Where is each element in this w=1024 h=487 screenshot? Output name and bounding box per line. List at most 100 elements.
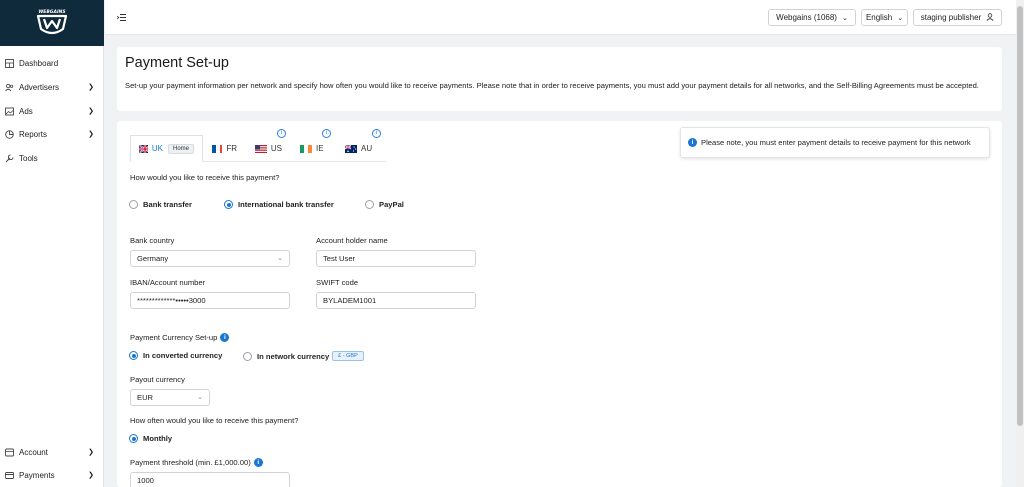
wrench-icon [5,154,14,163]
us-flag-icon [255,144,267,153]
sidebar-item-label: Advertisers [19,82,60,92]
sidebar-item-label: Payments [19,470,55,480]
radio-international-bank-transfer[interactable]: International bank transfer [224,200,334,209]
payout-currency-select[interactable]: EUR ⌄ [130,389,210,406]
tab-us[interactable]: US i [246,129,291,162]
bank-country-value: Germany [137,254,169,263]
currency-setup-label: Payment Currency Set-up i [130,333,230,342]
info-icon[interactable]: i [372,129,381,138]
tab-au[interactable]: AU i [336,129,386,162]
page-scrollbar-thumb[interactable] [1017,6,1023,426]
user-icon [986,12,994,23]
tab-uk[interactable]: UK Home [130,135,203,162]
tab-label: IE [316,144,324,153]
sidebar-item-dashboard[interactable]: Dashboard [0,54,104,72]
uk-flag-icon [139,144,148,153]
radio-label: PayPal [379,200,404,209]
webgains-logo[interactable]: WEBGAINS [0,0,104,46]
chevron-down-icon: ⌄ [841,14,848,22]
home-badge: Home [167,143,194,154]
chevron-down-icon: ❯ [88,108,94,115]
page-title: Payment Set-up [125,55,229,71]
page-description: Set-up your payment information per netw… [125,81,979,90]
payment-method-question: How would you like to receive this payme… [130,173,280,182]
top-bar: Webgains (1068) ⌄ English ⌄ staging publ… [105,0,1016,35]
tab-label: UK [151,144,163,153]
currency-badge: £ - GBP [332,351,364,361]
tab-label: US [270,144,282,153]
swift-label: SWIFT code [316,278,359,287]
info-icon[interactable]: i [220,333,230,342]
info-icon[interactable]: i [253,458,263,467]
users-icon [5,83,14,92]
sidebar-item-ads[interactable]: Ads ❯ [0,102,104,120]
sidebar-item-tools[interactable]: Tools [0,149,104,167]
radio-converted-currency[interactable]: In converted currency [129,351,222,360]
sidebar-item-label: Reports [19,129,48,139]
account-holder-input[interactable]: Test User [316,250,476,267]
radio-label: Bank transfer [143,200,192,209]
ie-flag-icon [300,144,312,153]
threshold-label: Payment threshold (min. £1,000.00) i [130,458,263,467]
sidebar-item-label: Account [19,447,48,457]
payment-details-notice: i Please note, you must enter payment de… [680,127,990,158]
user-menu[interactable]: staging publisher [913,9,1002,26]
language-selector[interactable]: English ⌄ [861,9,908,26]
au-flag-icon [345,144,357,153]
radio-button[interactable] [129,351,138,360]
tab-label: AU [361,144,373,153]
radio-monthly[interactable]: Monthly [129,434,172,443]
chevron-down-icon: ❯ [88,84,94,91]
sidebar: WEBGAINS [0,0,104,487]
payout-currency-value: EUR [137,393,154,402]
menu-toggle-icon[interactable] [116,13,126,22]
fr-flag-icon [212,144,223,153]
tab-ie[interactable]: IE i [291,129,336,162]
sidebar-item-label: Dashboard [19,58,59,68]
sidebar-item-account[interactable]: Account ❯ [0,443,104,461]
account-icon [5,448,14,457]
sidebar-item-label: Ads [19,106,33,116]
info-icon[interactable]: i [277,129,286,138]
language-label: English [865,13,893,22]
user-name: staging publisher [920,13,982,22]
radio-button[interactable] [224,200,233,209]
info-icon: i [688,138,697,147]
payments-icon [5,471,14,480]
chevron-down-icon: ⌄ [197,394,203,401]
iban-input[interactable]: *************•••••3000 [130,292,290,309]
radio-label: Monthly [143,434,173,443]
payout-currency-label: Payout currency [130,375,185,384]
radio-label: International bank transfer [238,200,334,209]
info-icon[interactable]: i [322,129,331,138]
bank-country-select[interactable]: Germany ⌄ [130,250,290,267]
account-holder-value: Test User [323,254,356,263]
network-selector[interactable]: Webgains (1068) ⌄ [768,9,856,26]
sidebar-item-reports[interactable]: Reports ❯ [0,125,104,143]
sidebar-item-label: Tools [19,153,38,163]
tab-fr[interactable]: FR [203,135,246,162]
radio-button[interactable] [129,434,138,443]
radio-label: In converted currency [143,351,223,360]
pie-chart-icon [5,129,14,139]
account-holder-label: Account holder name [316,236,388,245]
chevron-down-icon: ⌄ [277,255,283,262]
sidebar-item-payments[interactable]: Payments ❯ [0,466,104,484]
notice-text: Please note, you must enter payment deta… [701,138,971,147]
currency-setup-text: Payment Currency Set-up [130,333,218,342]
tab-label: FR [226,144,237,153]
network-selector-label: Webgains (1068) [776,13,837,22]
radio-network-currency[interactable]: In network currency £ - GBP [243,351,364,361]
radio-paypal[interactable]: PayPal [365,200,404,209]
radio-button[interactable] [243,351,252,361]
threshold-text: Payment threshold (min. £1,000.00) [130,458,251,467]
bank-country-label: Bank country [130,236,175,245]
radio-button[interactable] [365,200,374,209]
radio-label: In network currency [257,351,330,361]
radio-button[interactable] [129,200,138,209]
radio-bank-transfer[interactable]: Bank transfer [129,200,192,209]
threshold-input[interactable]: 1000 [130,472,290,487]
sidebar-item-advertisers[interactable]: Advertisers ❯ [0,78,104,96]
swift-input[interactable]: BYLADEM1001 [316,292,476,309]
threshold-value: 1000 [137,476,154,485]
